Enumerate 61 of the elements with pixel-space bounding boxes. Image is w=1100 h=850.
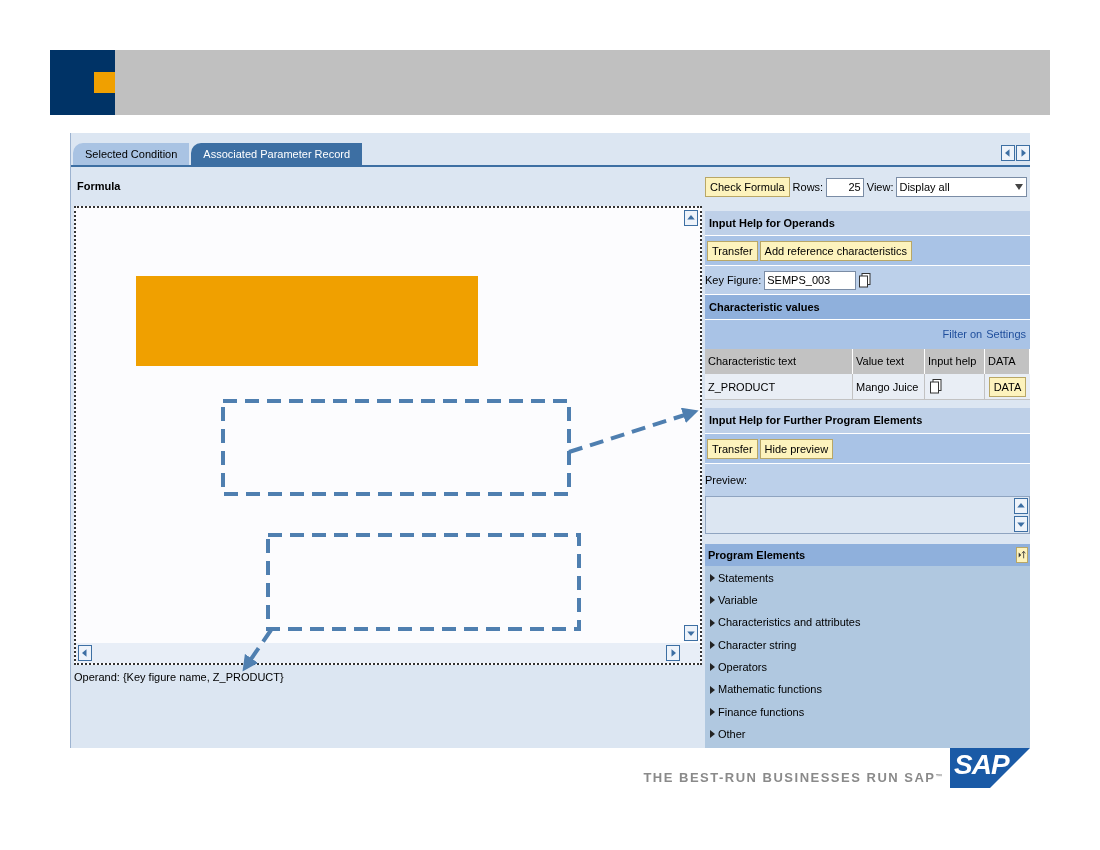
section-title: Program Elements (708, 547, 806, 563)
toolbar-button[interactable]: Transfer (707, 438, 758, 459)
scroll-down-icon[interactable] (684, 625, 698, 641)
tree-item[interactable]: Mathematic functions (710, 678, 1030, 701)
logo-square (94, 72, 115, 93)
expander-icon (710, 707, 715, 716)
callout-arrow (242, 628, 273, 672)
key-figure-label: Key Figure: (705, 272, 762, 288)
scroll-left-icon[interactable] (78, 645, 92, 661)
section-title: Input Help for Further Program Elements (709, 413, 923, 429)
scroll-right-icon[interactable] (666, 645, 680, 661)
tab[interactable]: Associated Parameter Record (191, 143, 363, 165)
view-dropdown[interactable]: Display all (896, 177, 1027, 197)
expander-icon (710, 641, 715, 650)
tree-item[interactable]: Operators (710, 656, 1030, 679)
toolbar-button[interactable]: Hide preview (759, 438, 834, 459)
scroll-up-icon[interactable] (1014, 498, 1028, 514)
view-label: View: (866, 179, 894, 195)
tree-item[interactable]: Variable (710, 589, 1030, 612)
table-cell: Mango Juice (853, 374, 925, 400)
input-help-icon[interactable] (930, 379, 942, 394)
tagline: THE BEST-RUN BUSINESSES RUN SAP$^{™}$ (643, 769, 944, 788)
column-header: DATA (985, 349, 1030, 374)
key-figure-field[interactable]: SEMPS_003 (764, 270, 857, 290)
tree-item[interactable]: Finance functions (710, 700, 1030, 724)
column-header: Characteristic text (705, 349, 853, 374)
filter-link[interactable]: Settings (986, 326, 1026, 343)
column-header: Value text (853, 349, 925, 374)
table-cell: Z_PRODUCT (705, 374, 853, 400)
toolbar-button[interactable]: Transfer (707, 240, 758, 261)
sap-logo: SAP (950, 748, 1030, 788)
filter-link[interactable]: Filter on (942, 326, 983, 343)
expander-icon (710, 596, 715, 605)
rows-field[interactable]: 25 (826, 177, 864, 197)
expander-icon (710, 730, 715, 739)
expander-icon (710, 618, 715, 627)
expander-icon (710, 685, 715, 694)
expander-icon (710, 663, 715, 672)
expander-icon (710, 574, 715, 583)
operand-text: Operand: {Key figure name, Z_PRODUCT} (74, 670, 285, 685)
dropdown-caret-icon (1014, 183, 1024, 191)
tab[interactable]: Selected Condition (73, 143, 190, 165)
column-header: Input help (925, 349, 985, 374)
scroll-right-icon[interactable] (1016, 145, 1030, 161)
rows-label: Rows: (792, 179, 824, 195)
tree-item[interactable]: Statements (710, 567, 1030, 590)
expand-all-icon[interactable] (1016, 547, 1028, 563)
formula-label: Formula (76, 179, 121, 195)
check-formula-button[interactable]: Check Formula (705, 177, 790, 197)
toolbar-button[interactable]: Add reference characteristics (759, 240, 912, 261)
section-title: Input Help for Operands (709, 215, 835, 231)
tree-item[interactable]: Character string (710, 633, 1030, 657)
scroll-down-icon[interactable] (1014, 516, 1028, 532)
scroll-left-icon[interactable] (1001, 145, 1015, 161)
value-help-icon[interactable] (859, 272, 872, 288)
scroll-up-icon[interactable] (684, 210, 698, 226)
preview-label: Preview: (705, 472, 748, 488)
section-title: Characteristic values (709, 299, 820, 315)
data-button[interactable]: DATA (988, 376, 1027, 397)
tree-item[interactable]: Other (710, 723, 1030, 746)
tree-item[interactable]: Characteristics and attributes (710, 611, 1030, 634)
